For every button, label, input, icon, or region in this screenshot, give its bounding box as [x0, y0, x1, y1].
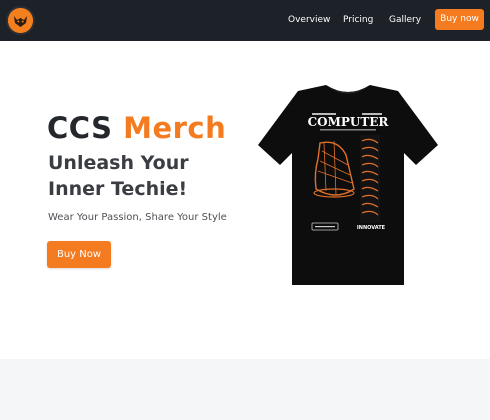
shirt-print-badge: INNOVATE [357, 225, 386, 231]
tshirt-image: COMPUTER INNOVATE [258, 85, 438, 287]
navbar: Overview Pricing Gallery Buy now [0, 0, 490, 41]
nav-link-overview[interactable]: Overview [288, 13, 330, 27]
hero-title-accent: Merch [123, 111, 227, 145]
hero-section: CCS Merch Unleash Your Inner Techie! Wea… [0, 41, 490, 359]
hero-buy-now-button[interactable]: Buy Now [47, 241, 111, 268]
hero-title: CCS Merch [47, 110, 226, 146]
nav-buy-now-button[interactable]: Buy now [435, 9, 484, 30]
nav-link-gallery[interactable]: Gallery [389, 13, 421, 27]
hero-tagline: Wear Your Passion, Share Your Style [48, 212, 227, 223]
lower-section [0, 359, 490, 420]
hero-subtitle: Unleash Your Inner Techie! [48, 152, 189, 200]
nav-link-pricing[interactable]: Pricing [343, 13, 373, 27]
fox-logo-icon[interactable] [6, 6, 35, 35]
shirt-wave-graphic [360, 135, 380, 223]
hero-title-main: CCS [47, 111, 124, 145]
shirt-print-text: COMPUTER [308, 115, 390, 129]
